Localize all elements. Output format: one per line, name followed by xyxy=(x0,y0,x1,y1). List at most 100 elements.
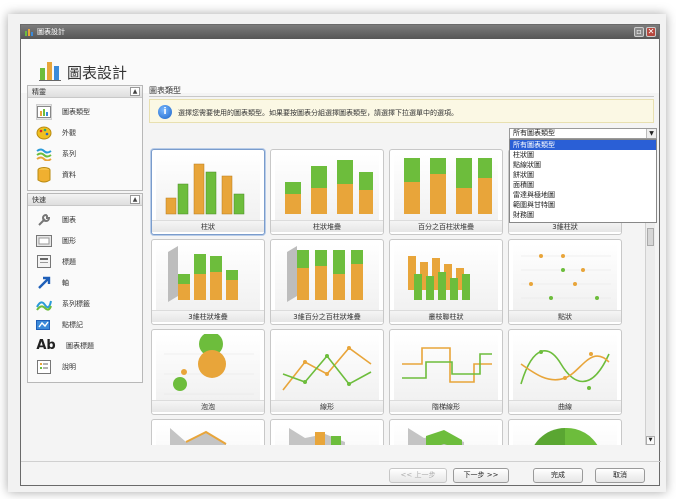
filter-option[interactable]: 點線狀圖 xyxy=(510,160,656,170)
info-icon: i xyxy=(158,105,172,119)
data-icon xyxy=(36,166,52,183)
window-title: 圖表設計 xyxy=(37,28,65,36)
nav-item-plot[interactable]: 圖形 xyxy=(28,230,142,251)
stacked-area-chart-icon xyxy=(275,424,379,445)
steps-panel-title: 精靈 xyxy=(32,88,46,96)
step-line-chart-icon xyxy=(394,334,498,400)
area-chart-icon xyxy=(156,424,260,445)
options-panel-title: 快速 xyxy=(32,196,46,204)
collapse-icon[interactable]: ▲ xyxy=(130,87,140,96)
next-button[interactable]: 下一步 >> xyxy=(453,468,509,483)
nav-item-chart-type[interactable]: 圖表類型 xyxy=(28,101,142,122)
nav-item-label: 說明 xyxy=(62,362,76,371)
nav-item-data[interactable]: 資料 xyxy=(28,164,142,185)
chart-tile-area[interactable] xyxy=(151,419,265,445)
filter-option[interactable]: 範圍與甘特圖 xyxy=(510,200,656,210)
chart-tile-label: 柱狀堆疊 xyxy=(271,220,383,232)
restore-button[interactable]: ▫ xyxy=(634,27,644,37)
chart-tile-point[interactable]: 點狀 xyxy=(508,239,622,325)
chart-tile-spline[interactable]: 曲線 xyxy=(508,329,622,415)
filter-option[interactable]: 餅狀圖 xyxy=(510,170,656,180)
nav-item-series[interactable]: 系列 xyxy=(28,143,142,164)
nav-item-label: 圖表類型 xyxy=(62,107,90,116)
chart-tile-3d-stacked-column[interactable]: 3維柱狀堆疊 xyxy=(151,239,265,325)
point-chart-icon xyxy=(513,244,617,310)
chart-tile-label: 3維柱狀堆疊 xyxy=(152,310,264,322)
finish-button[interactable]: 完成 xyxy=(533,468,583,483)
nav-item-label: 外觀 xyxy=(62,128,76,137)
chart-tile-line[interactable]: 線形 xyxy=(270,329,384,415)
filter-option[interactable]: 雷達與極地圖 xyxy=(510,190,656,200)
bubble-chart-icon xyxy=(156,334,260,400)
section-title: 圖表類型 xyxy=(149,86,181,95)
close-button[interactable]: ✕ xyxy=(646,27,656,37)
chart-tile-label: 線形 xyxy=(271,400,383,412)
nav-item-series-labels[interactable]: 系列標籤 xyxy=(28,293,142,314)
chart-tile-step-line[interactable]: 階梯線形 xyxy=(389,329,503,415)
chart-tile-stacked-column[interactable]: 柱狀堆疊 xyxy=(270,149,384,235)
chart-tile-pie[interactable] xyxy=(508,419,622,445)
chart-type-section: 圖表類型 i 選擇您需要使用的圖表類型。如果要按圖表分組選擇圖表類型，請選擇下拉… xyxy=(149,85,657,455)
chart-tile-label: 百分之百柱狀堆疊 xyxy=(390,220,502,232)
nav-item-label: 點標記 xyxy=(62,320,83,329)
back-button[interactable]: << 上一步 xyxy=(389,468,447,483)
chart-tile-bubble[interactable]: 泡泡 xyxy=(151,329,265,415)
chart-tile-label: 3維百分之百柱狀堆疊 xyxy=(271,310,383,322)
column-chart-icon xyxy=(156,154,260,220)
scrollbar-thumb[interactable] xyxy=(647,228,654,246)
series-labels-icon xyxy=(36,296,52,312)
line-chart-icon xyxy=(275,334,379,400)
filter-option[interactable]: 面積圖 xyxy=(510,180,656,190)
nav-item-label: 資料 xyxy=(62,170,76,179)
titles-icon xyxy=(36,254,52,270)
chart-tile-column[interactable]: 柱狀 xyxy=(151,149,265,235)
chart-type-filter[interactable]: 所有圖表類型 ▼ xyxy=(509,128,657,139)
chart-tile-stacked-area[interactable] xyxy=(270,419,384,445)
scroll-down-icon[interactable]: ▼ xyxy=(646,436,655,445)
3d-stacked-column-chart-icon xyxy=(156,244,260,310)
chart-title-icon: Ab xyxy=(36,338,56,353)
nav-item-legend[interactable]: 說明 xyxy=(28,356,142,377)
nav-item-label: 標題 xyxy=(62,257,76,266)
chart-tile-label: 階梯線形 xyxy=(390,400,502,412)
nav-item-label: 系列 xyxy=(62,149,76,158)
header-title: 圖表設計 xyxy=(67,64,128,82)
nav-item-label: 圖形 xyxy=(62,236,76,245)
nav-item-point-labels[interactable]: 點標記 xyxy=(28,314,142,335)
chart-tile-label: 曲線 xyxy=(509,400,621,412)
chart-tile-clustered-column[interactable]: 叢枝聯柱狀 xyxy=(389,239,503,325)
app-chart-icon xyxy=(25,29,33,36)
nav-item-chart[interactable]: 圖表 xyxy=(28,209,142,230)
filter-option[interactable]: 財務圖 xyxy=(510,210,656,220)
chart-tile-range[interactable] xyxy=(389,419,503,445)
nav-item-label: 系列標籤 xyxy=(62,299,90,308)
chart-tile-3d-100-stacked-column[interactable]: 3維百分之百柱狀堆疊 xyxy=(270,239,384,325)
3d-percent-stacked-column-chart-icon xyxy=(275,244,379,310)
cancel-button[interactable]: 取消 xyxy=(595,468,645,483)
nav-item-titles[interactable]: 標題 xyxy=(28,251,142,272)
nav-item-chart-title[interactable]: Ab 圖表標題 xyxy=(28,335,142,356)
info-text: 選擇您需要使用的圖表類型。如果要按圖表分組選擇圖表類型，請選擇下拉選單中的選項。 xyxy=(178,109,458,117)
options-panel: 快速 ▲ 圖表 圖形 標題 軸 系列標籤 點標記 Ab 圖表標題 說明 xyxy=(27,193,143,383)
chart-type-filter-list: 所有圖表類型 柱狀圖 點線狀圖 餅狀圖 面積圖 雷達與極地圖 範圍與甘特圖 財務… xyxy=(509,139,657,223)
chart-tile-label: 叢枝聯柱狀 xyxy=(390,310,502,322)
appearance-icon xyxy=(36,125,52,141)
chart-tile-label: 柱狀 xyxy=(152,220,264,232)
filter-option[interactable]: 柱狀圖 xyxy=(510,150,656,160)
options-panel-header: 快速 ▲ xyxy=(28,194,142,206)
collapse-icon[interactable]: ▲ xyxy=(130,195,140,204)
section-divider xyxy=(149,96,654,97)
chart-design-dialog: 圖表設計 ▫ ✕ 圖表設計 精靈 ▲ 圖表類型 外觀 系列 資料 快速 ▲ 圖表… xyxy=(20,24,661,486)
nav-item-appearance[interactable]: 外觀 xyxy=(28,122,142,143)
chart-tile-100-stacked-column[interactable]: 百分之百柱狀堆疊 xyxy=(389,149,503,235)
steps-panel: 精靈 ▲ 圖表類型 外觀 系列 資料 xyxy=(27,85,143,191)
stacked-column-chart-icon xyxy=(275,154,379,220)
nav-item-axis[interactable]: 軸 xyxy=(28,272,142,293)
chevron-down-icon: ▼ xyxy=(646,129,656,138)
filter-option[interactable]: 所有圖表類型 xyxy=(510,140,656,150)
title-bar: 圖表設計 ▫ ✕ xyxy=(21,25,659,39)
wrench-icon xyxy=(36,212,52,228)
percent-stacked-column-chart-icon xyxy=(394,154,498,220)
chart-tile-label: 點狀 xyxy=(509,310,621,322)
chart-logo-icon xyxy=(39,62,61,81)
